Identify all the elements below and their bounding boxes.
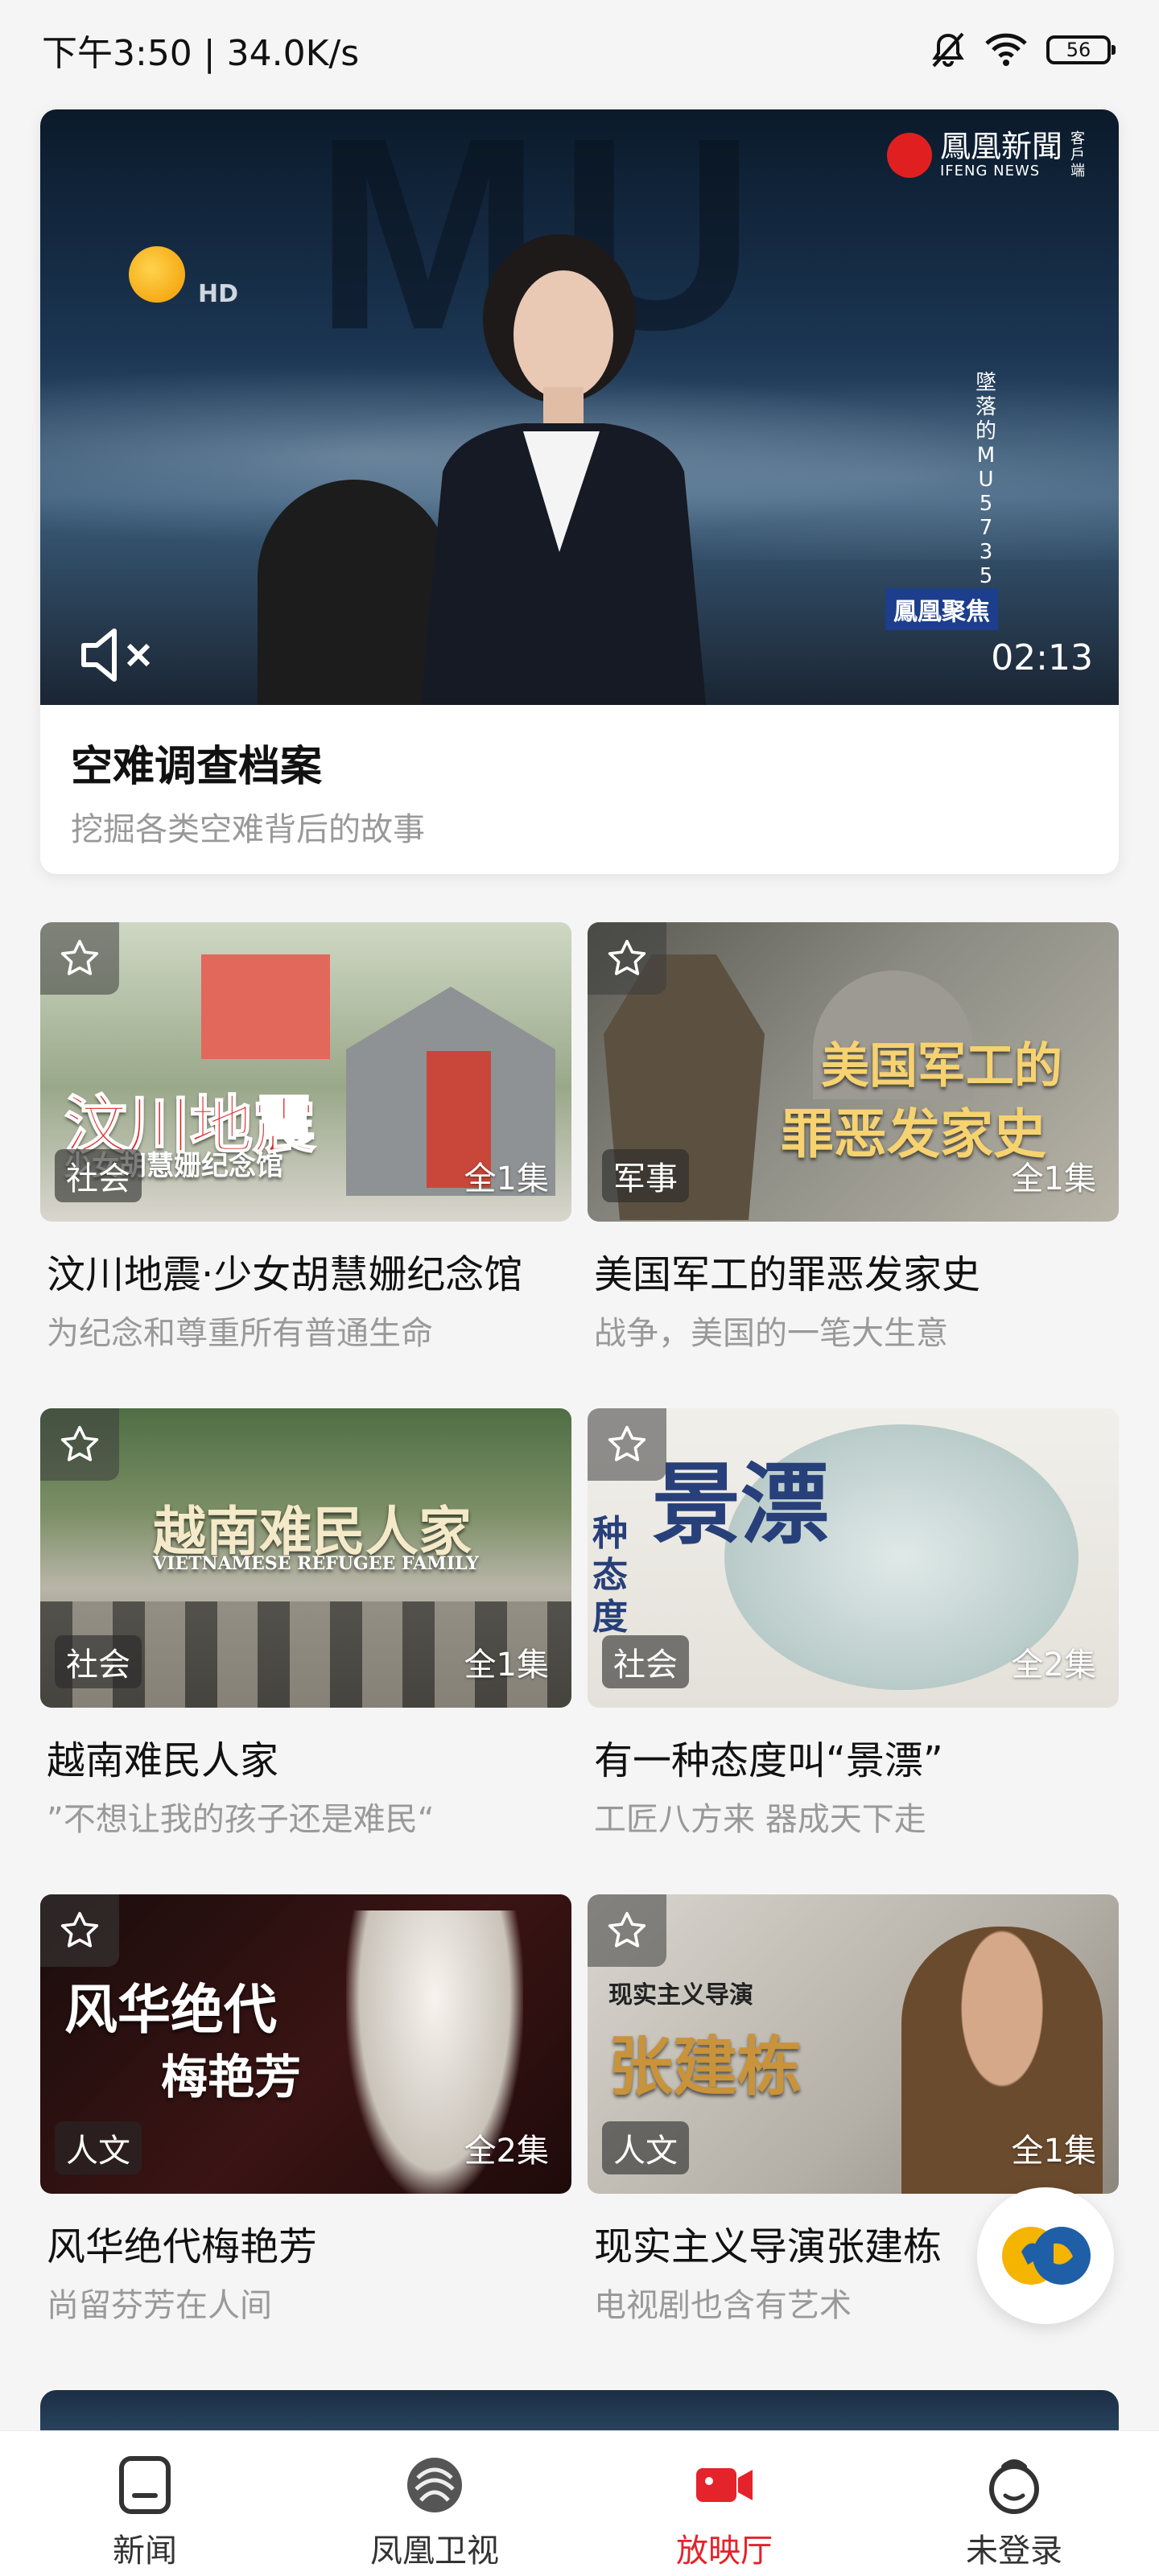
battery-indicator: 56	[1046, 35, 1116, 64]
thumb-subtitle-text: 种态度	[592, 1513, 628, 1638]
video-thumbnail[interactable]: 风华绝代 梅艳芳 人文 全2集	[40, 1894, 571, 2194]
video-card[interactable]: 汶川地震 少女胡慧姗纪念馆 社会 全1集 汶川地震·少女胡慧姗纪念馆 为纪念和尊…	[40, 922, 571, 1373]
video-card[interactable]: 美国军工的 罪恶发家史 军事 全1集 美国军工的罪恶发家史 战争，美国的一笔大生…	[588, 922, 1119, 1373]
video-thumbnail[interactable]: 汶川地震 少女胡慧姗纪念馆 社会 全1集	[40, 922, 571, 1222]
card-subtitle: 电视剧也含有艺术	[594, 2287, 852, 2324]
star-icon	[608, 1425, 646, 1461]
nav-label-news: 新闻	[113, 2533, 177, 2570]
category-badge: 人文	[602, 2121, 689, 2174]
featured-title[interactable]: 空难调查档案	[71, 732, 322, 793]
featured-video-player[interactable]: MU HD 鳳凰新聞 IFENG NEWS 客戶端 墜落的MU5735 鳳凰聚焦	[40, 109, 1119, 705]
ifeng-logo-icon	[886, 132, 932, 178]
category-badge: 社会	[55, 1635, 142, 1688]
favorite-button[interactable]	[40, 1408, 119, 1481]
status-bar: 下午3:50 | 34.0K/s 56	[0, 0, 1159, 100]
wifi-icon	[985, 33, 1027, 66]
thumb-title-text: 风华绝代	[64, 1978, 277, 2041]
nav-label-cinema: 放映厅	[676, 2533, 773, 2570]
category-badge: 社会	[55, 1149, 142, 1202]
ifeng-news-watermark: 鳳凰新聞 IFENG NEWS 客戶端	[886, 129, 1087, 179]
floating-phoenix-button[interactable]	[977, 2187, 1114, 2324]
brand-sub: IFENG NEWS	[939, 163, 1041, 179]
video-card[interactable]: 风华绝代 梅艳芳 人文 全2集 风华绝代梅艳芳 尚留芬芳在人间	[40, 1894, 571, 2345]
favorite-button[interactable]	[588, 1894, 666, 1967]
video-thumbnail[interactable]: 越南难民人家 VIETNAMESE REFUGEE FAMILY 社会 全1集	[40, 1408, 571, 1708]
favorite-button[interactable]	[40, 922, 119, 995]
category-badge: 人文	[55, 2121, 142, 2174]
brand-name: 鳳凰新聞	[939, 129, 1062, 164]
thumb-subtitle-text: VIETNAMESE REFUGEE FAMILY	[153, 1553, 479, 1574]
presenter-figure	[420, 234, 707, 705]
phoenix-globe-icon	[1002, 2227, 1091, 2285]
card-title[interactable]: 越南难民人家	[47, 1729, 562, 1785]
favorite-button[interactable]	[588, 1408, 666, 1481]
nav-item-news[interactable]: 新闻	[0, 2431, 290, 2576]
featured-video-card[interactable]: MU HD 鳳凰新聞 IFENG NEWS 客戶端 墜落的MU5735 鳳凰聚焦	[40, 109, 1119, 874]
mute-icon[interactable]	[79, 623, 159, 687]
bottom-navigation: 新闻 凤凰卫视 放映厅 未登录	[0, 2430, 1159, 2576]
card-subtitle: ”不想让我的孩子还是难民“	[47, 1801, 435, 1838]
video-duration: 02:13	[991, 637, 1093, 678]
card-title[interactable]: 有一种态度叫“景漂”	[594, 1729, 1109, 1785]
status-icons: 56	[930, 31, 1116, 69]
news-icon	[119, 2456, 171, 2514]
thumb-subtitle-text: 罪恶发家史	[781, 1103, 1046, 1165]
card-subtitle: 战争，美国的一笔大生意	[594, 1315, 948, 1352]
nav-label-profile: 未登录	[966, 2533, 1062, 2570]
thumb-title-text: 美国军工的	[821, 1038, 1062, 1094]
category-badge: 社会	[602, 1635, 689, 1688]
show-tag: 鳳凰聚焦	[885, 588, 998, 630]
favorite-button[interactable]	[40, 1894, 119, 1967]
nav-label-phoenix-tv: 凤凰卫视	[370, 2533, 499, 2570]
nav-item-cinema[interactable]: 放映厅	[580, 2431, 869, 2576]
thumb-subtitle-text: 现实主义导演	[608, 1981, 753, 2009]
thumb-title-text: 张建栋	[608, 2029, 802, 2104]
battery-level: 56	[1066, 39, 1091, 61]
card-title[interactable]: 汶川地震·少女胡慧姗纪念馆	[47, 1243, 562, 1299]
video-card[interactable]: 越南难民人家 VIETNAMESE REFUGEE FAMILY 社会 全1集 …	[40, 1408, 571, 1859]
featured-subtitle: 挖掘各类空难背后的故事	[71, 811, 425, 848]
nav-item-phoenix-tv[interactable]: 凤凰卫视	[290, 2431, 580, 2576]
phoenix-tv-icon	[407, 2458, 462, 2512]
episode-count: 全1集	[1011, 2133, 1096, 2170]
episode-count: 全2集	[464, 2133, 549, 2170]
star-icon	[60, 1911, 99, 1947]
card-subtitle: 工匠八方来 器成天下走	[594, 1801, 926, 1838]
status-time-speed: 下午3:50 | 34.0K/s	[42, 33, 360, 74]
favorite-button[interactable]	[588, 922, 666, 995]
star-icon	[60, 1425, 99, 1461]
star-icon	[60, 939, 99, 975]
nav-item-profile[interactable]: 未登录	[869, 2431, 1159, 2576]
card-title[interactable]: 风华绝代梅艳芳	[47, 2215, 562, 2271]
episode-count: 全1集	[1011, 1160, 1096, 1197]
star-icon	[608, 939, 646, 975]
card-subtitle: 尚留芬芳在人间	[47, 2287, 272, 2324]
card-subtitle: 为纪念和尊重所有普通生命	[47, 1315, 433, 1352]
phoenix-channel-logo	[129, 246, 185, 303]
star-icon	[608, 1911, 646, 1947]
video-thumbnail[interactable]: 美国军工的 罪恶发家史 军事 全1集	[588, 922, 1119, 1222]
episode-count: 全1集	[464, 1647, 549, 1684]
video-camera-icon	[696, 2468, 753, 2502]
bell-muted-icon	[932, 32, 964, 68]
video-card[interactable]: 景漂 种态度 社会 全2集 有一种态度叫“景漂” 工匠八方来 器成天下走	[588, 1408, 1119, 1859]
card-title[interactable]: 美国军工的罪恶发家史	[594, 1243, 1109, 1299]
category-badge: 军事	[602, 1149, 689, 1202]
episode-count: 全2集	[1011, 1647, 1096, 1684]
brand-side: 客戶端	[1070, 130, 1085, 179]
thumb-photo-inset	[201, 954, 330, 1059]
video-thumbnail[interactable]: 景漂 种态度 社会 全2集	[588, 1408, 1119, 1708]
hd-label: HD	[198, 280, 239, 308]
episode-count: 全1集	[464, 1160, 549, 1197]
thumb-title-text: 景漂	[652, 1453, 829, 1556]
episode-vertical-title: 墜落的MU5735	[975, 371, 996, 588]
thumb-subtitle-text: 梅艳芳	[161, 2050, 302, 2104]
video-thumbnail[interactable]: 现实主义导演 张建栋 人文 全1集	[588, 1894, 1119, 2194]
user-avatar-icon	[989, 2459, 1039, 2514]
